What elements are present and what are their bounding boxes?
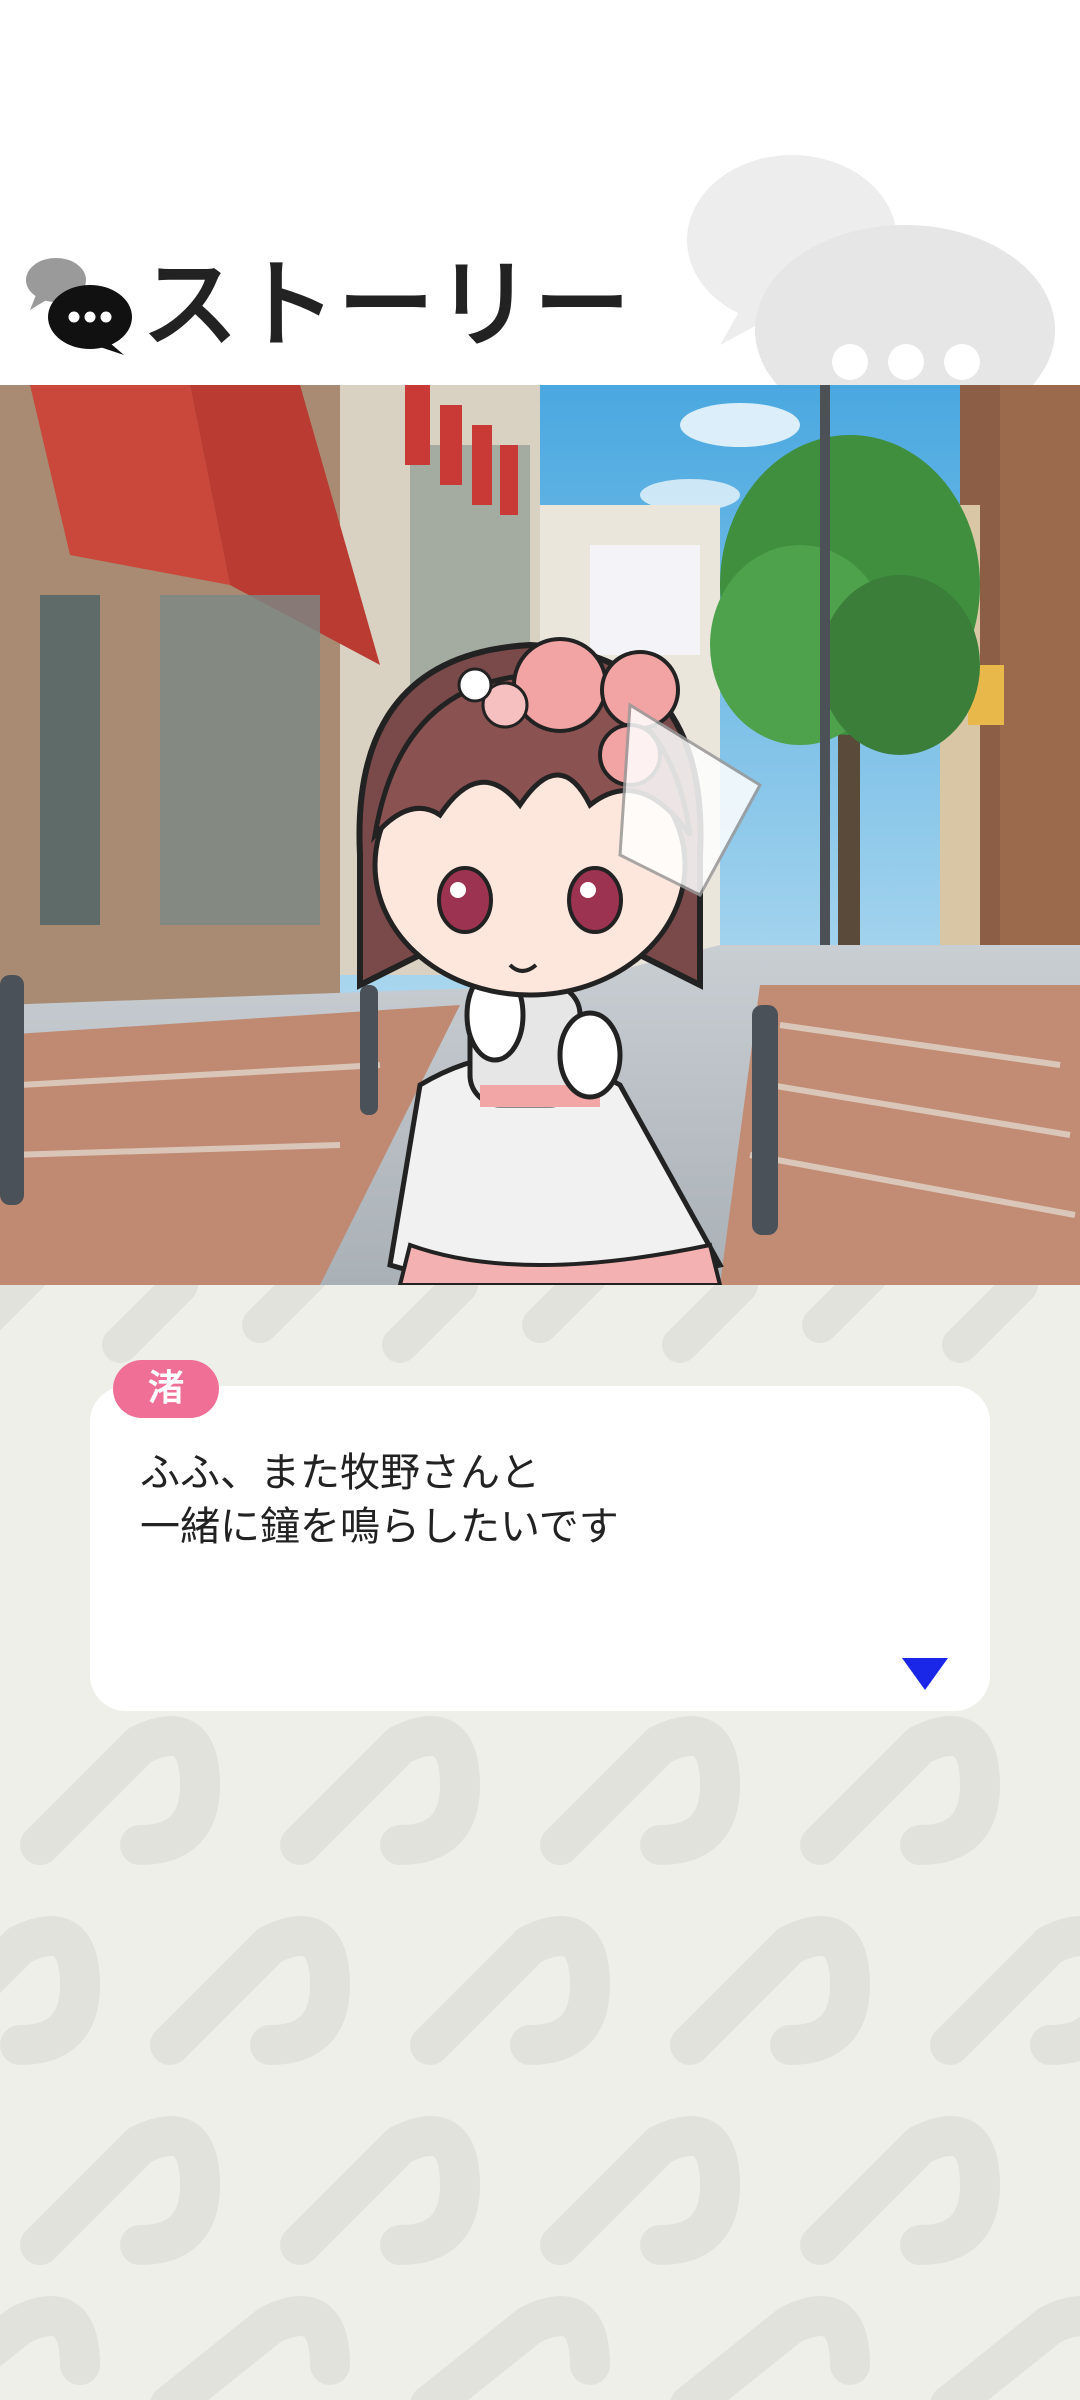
story-header: ストーリー bbox=[0, 0, 1080, 385]
dialog-box[interactable]: ふふ、また牧野さんと 一緒に鐘を鳴らしたいです bbox=[90, 1386, 990, 1711]
speaker-name-tag: 渚 bbox=[113, 1360, 219, 1418]
triangle-down-icon[interactable] bbox=[902, 1658, 948, 1690]
chat-bubble-icon bbox=[26, 258, 132, 355]
dialog-text: ふふ、また牧野さんと 一緒に鐘を鳴らしたいです bbox=[140, 1450, 619, 1550]
page-title: ストーリー bbox=[142, 249, 632, 361]
story-scene-image bbox=[0, 385, 1080, 1285]
